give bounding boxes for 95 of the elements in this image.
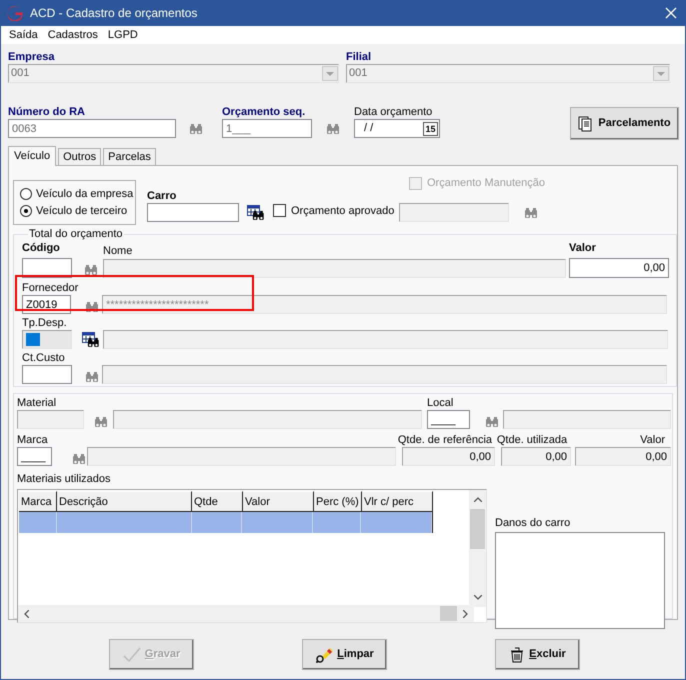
input-field[interactable]: [103, 330, 668, 349]
input-field[interactable]: [147, 203, 239, 222]
field-label: Local: [427, 396, 454, 410]
horizontal-scrollbar[interactable]: [18, 605, 474, 622]
field-label: Filial: [346, 50, 372, 64]
scrollbar-thumb[interactable]: [470, 509, 485, 549]
caret-icon: [326, 72, 334, 76]
delete-button[interactable]: Excluir: [495, 639, 580, 670]
field-label: Ct.Custo: [22, 351, 66, 365]
group-title: Total do orçamento: [28, 228, 124, 241]
menu-item[interactable]: Cadastros: [42, 26, 103, 44]
dropdown[interactable]: 001: [8, 64, 339, 83]
field-label: Valor: [569, 241, 596, 255]
parcelamento-button[interactable]: Parcelamento: [570, 107, 679, 140]
documents-icon: [578, 116, 594, 132]
field-label: Valor: [639, 433, 665, 447]
field-label: Material: [17, 396, 58, 410]
table-binoculars-icon[interactable]: [82, 332, 100, 348]
field-label: Data orçamento: [354, 105, 434, 119]
dropdown[interactable]: 001: [346, 64, 670, 83]
binoculars-icon[interactable]: [84, 264, 98, 276]
tab[interactable]: Parcelas: [103, 148, 156, 165]
checkbox-label: Orçamento Manutenção: [427, 176, 546, 191]
binoculars-icon[interactable]: [85, 300, 99, 312]
field-label: Danos do carro: [495, 516, 572, 530]
column-header[interactable]: Valor: [243, 491, 314, 512]
close-icon[interactable]: [665, 7, 677, 19]
input-field[interactable]: [17, 410, 84, 429]
input-field[interactable]: 0,00: [501, 447, 571, 466]
color-field[interactable]: [22, 330, 72, 349]
app-logo-icon: [7, 5, 23, 21]
field-label: Tp.Desp.: [22, 316, 68, 330]
binoculars-icon[interactable]: [326, 123, 340, 135]
tab[interactable]: Outros: [58, 148, 102, 165]
scroll-left-icon[interactable]: [24, 610, 29, 618]
vertical-scrollbar[interactable]: [469, 490, 486, 607]
tab[interactable]: Veículo: [8, 146, 56, 166]
column-header[interactable]: Vlr c/ perc: [362, 491, 433, 512]
field-label: Número do RA: [8, 105, 86, 119]
clear-button[interactable]: Limpar: [302, 639, 387, 670]
binoculars-icon[interactable]: [85, 370, 99, 382]
input-field[interactable]: 0,00: [575, 447, 671, 466]
menu-item[interactable]: Saída: [4, 26, 43, 44]
scroll-up-icon[interactable]: [474, 497, 482, 502]
trash-icon: [509, 646, 526, 662]
input-field[interactable]: ____: [427, 410, 470, 429]
input-field[interactable]: [503, 410, 671, 429]
checkbox[interactable]: [273, 204, 286, 218]
column-header[interactable]: Qtde: [192, 491, 243, 512]
input-field[interactable]: 0,00: [569, 258, 669, 278]
binoculars-icon[interactable]: [189, 123, 203, 135]
binoculars-icon[interactable]: [524, 207, 538, 219]
text-area[interactable]: [495, 532, 665, 629]
input-field[interactable]: 1___: [222, 119, 312, 138]
eraser-icon: [315, 646, 334, 662]
radio-option[interactable]: Veículo da empresa: [20, 186, 135, 202]
input-field[interactable]: [113, 410, 422, 429]
binoculars-icon[interactable]: [72, 452, 86, 464]
field-label: Código: [22, 241, 61, 255]
date-field[interactable]: / / 15: [354, 119, 440, 138]
window-title: ACD - Cadastro de orçamentos: [30, 5, 198, 22]
field-label: Materiais utilizados: [17, 472, 112, 486]
input-field[interactable]: 0063: [8, 119, 176, 138]
column-header[interactable]: Marca: [19, 491, 57, 512]
field-label: Carro: [147, 189, 178, 203]
check-icon: [122, 646, 141, 662]
field-label: Empresa: [8, 50, 56, 64]
input-field[interactable]: ____: [17, 447, 52, 466]
input-field[interactable]: [102, 365, 667, 384]
checkbox-label: Orçamento aprovado: [291, 204, 394, 218]
menu-item[interactable]: LGPD: [102, 26, 143, 44]
caret-icon: [657, 72, 665, 76]
binoculars-icon[interactable]: [485, 416, 499, 428]
radio-option[interactable]: Veículo de terceiro: [20, 204, 135, 218]
field-label: Marca: [17, 433, 49, 447]
color-swatch: [26, 333, 40, 346]
scroll-down-icon[interactable]: [474, 595, 482, 600]
table-binoculars-icon[interactable]: [247, 205, 265, 221]
field-label: Fornecedor: [22, 281, 80, 295]
input-field[interactable]: [22, 365, 72, 384]
field-label: Orçamento seq.: [222, 105, 306, 119]
field-label: Qtde. utilizada: [496, 433, 568, 447]
input-field[interactable]: 0,00: [402, 447, 495, 466]
binoculars-icon[interactable]: [94, 416, 108, 428]
input-field[interactable]: [22, 258, 72, 278]
field-label: Nome: [103, 244, 134, 258]
input-field[interactable]: [87, 447, 396, 466]
column-header[interactable]: Perc (%): [314, 491, 362, 512]
field-label: Qtde. de referência: [398, 433, 491, 447]
input-field[interactable]: [103, 258, 566, 278]
scroll-right-icon[interactable]: [463, 610, 468, 618]
column-header[interactable]: Descrição: [57, 491, 192, 512]
input-field[interactable]: [399, 203, 510, 222]
calendar-button[interactable]: 15: [423, 122, 438, 136]
scrollbar-thumb[interactable]: [440, 606, 457, 621]
